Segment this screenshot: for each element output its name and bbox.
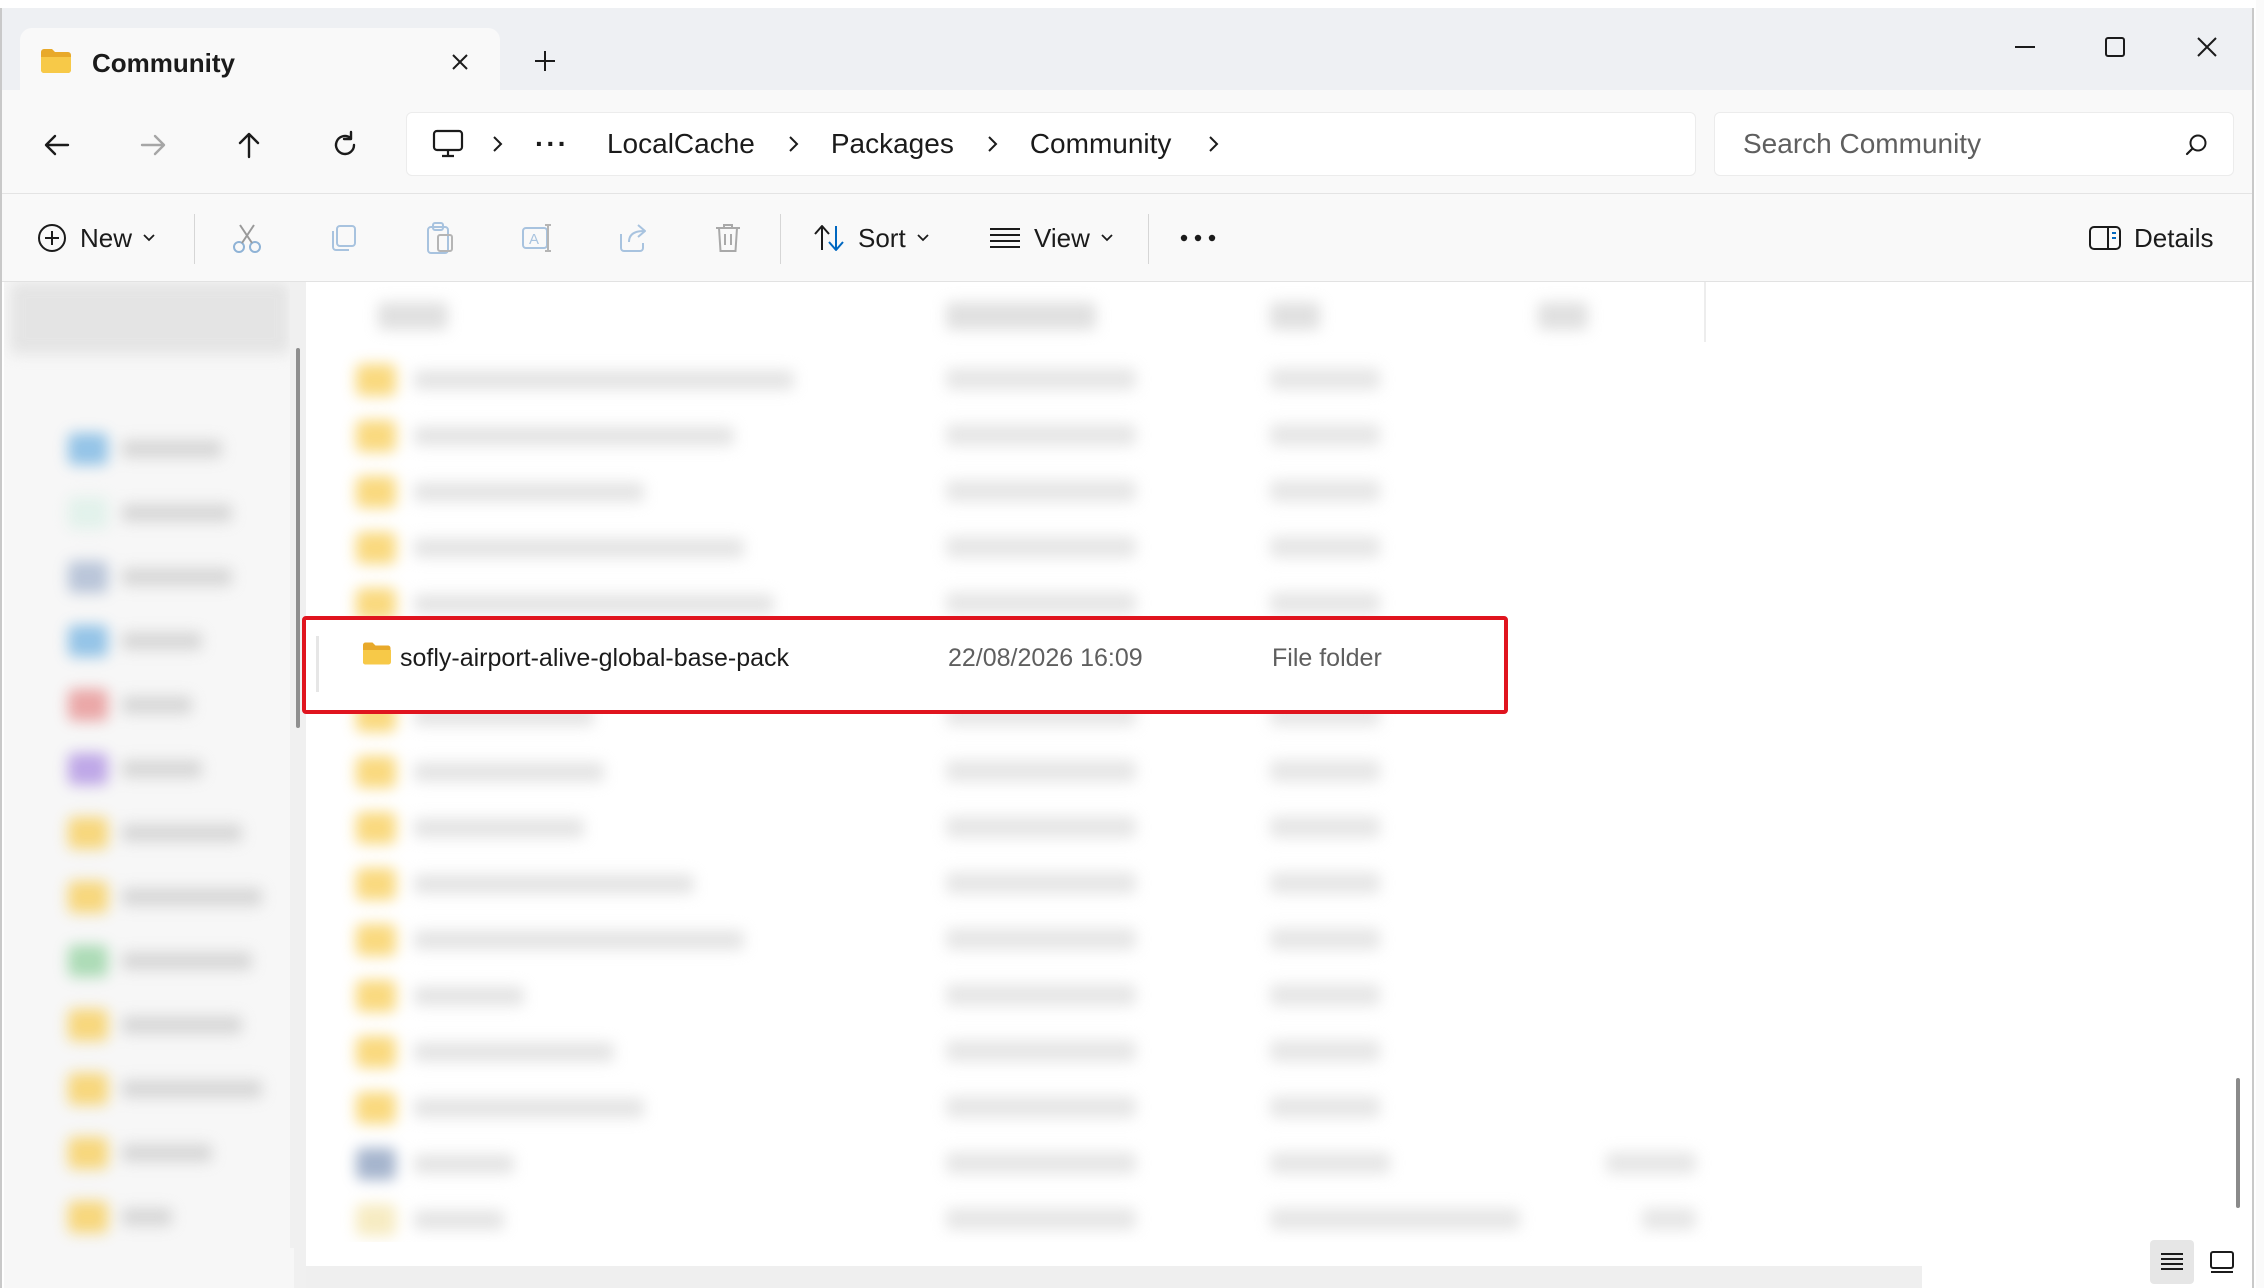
- divider: [1148, 214, 1149, 264]
- item-type: File folder: [1272, 644, 1382, 672]
- column-divider: [1704, 282, 1706, 342]
- sort-button[interactable]: Sort: [812, 212, 930, 264]
- view-label: View: [1034, 222, 1090, 253]
- breadcrumb-overflow[interactable]: ···: [529, 128, 575, 160]
- copy-icon: [328, 222, 360, 254]
- tab-community[interactable]: Community: [20, 28, 500, 98]
- title-bar: Community: [2, 8, 2252, 98]
- back-arrow-icon[interactable]: [32, 120, 82, 170]
- chevron-right-icon[interactable]: [970, 134, 1014, 154]
- maximize-icon[interactable]: [2080, 24, 2150, 70]
- chevron-right-icon[interactable]: [475, 134, 519, 154]
- navigation-pane-scrollbar[interactable]: [296, 348, 300, 728]
- minimize-icon[interactable]: [1990, 24, 2060, 70]
- new-button[interactable]: New: [36, 212, 156, 264]
- scissors-icon: [230, 221, 264, 255]
- rename-button[interactable]: A: [520, 212, 554, 264]
- details-label: Details: [2134, 222, 2214, 253]
- search-icon[interactable]: [2183, 131, 2211, 164]
- new-label: New: [80, 222, 133, 253]
- file-list-scrollbar[interactable]: [2236, 1078, 2240, 1208]
- navigation-pane[interactable]: [4, 282, 290, 1288]
- highlighted-folder-row[interactable]: sofly-airport-alive-global-base-pack 22/…: [302, 616, 1508, 714]
- sort-label: Sort: [858, 222, 906, 253]
- copy-button[interactable]: [328, 212, 360, 264]
- chevron-right-icon[interactable]: [771, 134, 815, 154]
- forward-arrow-icon[interactable]: [128, 120, 178, 170]
- close-window-icon[interactable]: [2172, 24, 2242, 70]
- sort-icon: [812, 222, 846, 254]
- breadcrumb-localcache[interactable]: LocalCache: [601, 128, 761, 160]
- status-bar: [4, 1248, 294, 1288]
- horizontal-scroll-track[interactable]: [306, 1266, 1922, 1288]
- view-button[interactable]: View: [988, 212, 1114, 264]
- list-view-icon: [988, 225, 1022, 251]
- folder-name[interactable]: sofly-airport-alive-global-base-pack: [400, 644, 789, 673]
- search-box[interactable]: [1714, 112, 2234, 176]
- file-explorer-window: Community ··· LocalCache Packages Commun…: [0, 8, 2254, 1288]
- divider: [780, 214, 781, 264]
- file-list[interactable]: [306, 282, 2222, 1242]
- details-pane-icon: [2088, 224, 2122, 252]
- desktop-background-edge: [2256, 0, 2264, 1288]
- breadcrumb-community[interactable]: Community: [1024, 128, 1178, 160]
- clipboard-icon: [424, 221, 456, 255]
- more-horizontal-icon: [1178, 232, 1218, 244]
- more-options-button[interactable]: [1178, 212, 1218, 264]
- share-button[interactable]: [616, 212, 650, 264]
- cut-button[interactable]: [230, 212, 264, 264]
- new-tab-icon[interactable]: [530, 46, 560, 76]
- refresh-icon[interactable]: [320, 120, 370, 170]
- large-icons-view-icon[interactable]: [2200, 1240, 2244, 1284]
- address-bar[interactable]: ··· LocalCache Packages Community: [406, 112, 1696, 176]
- share-icon: [616, 222, 650, 254]
- add-circle-icon: [36, 222, 68, 254]
- delete-button[interactable]: [712, 212, 744, 264]
- details-pane-button[interactable]: Details: [2088, 212, 2213, 264]
- tab-title: Community: [92, 47, 235, 78]
- divider: [194, 214, 195, 264]
- folder-icon: [40, 48, 72, 79]
- close-tab-icon[interactable]: [446, 48, 474, 76]
- row-accent: [316, 636, 319, 692]
- chevron-down-icon: [916, 233, 930, 243]
- chevron-down-icon: [1100, 233, 1114, 243]
- breadcrumb-packages[interactable]: Packages: [825, 128, 960, 160]
- details-view-icon[interactable]: [2150, 1240, 2194, 1284]
- rename-icon: A: [520, 221, 554, 255]
- chevron-down-icon: [142, 233, 156, 243]
- chevron-right-icon[interactable]: [1191, 134, 1235, 154]
- folder-icon: [362, 642, 392, 671]
- svg-text:A: A: [529, 231, 539, 248]
- paste-button[interactable]: [424, 212, 456, 264]
- trash-icon: [712, 221, 744, 255]
- navigation-bar: ··· LocalCache Packages Community: [2, 90, 2252, 194]
- search-input[interactable]: [1743, 128, 2163, 160]
- this-pc-icon[interactable]: [431, 129, 465, 159]
- command-bar: New A Sort View Details: [2, 194, 2252, 282]
- up-arrow-icon[interactable]: [224, 120, 274, 170]
- date-modified: 22/08/2026 16:09: [948, 644, 1143, 672]
